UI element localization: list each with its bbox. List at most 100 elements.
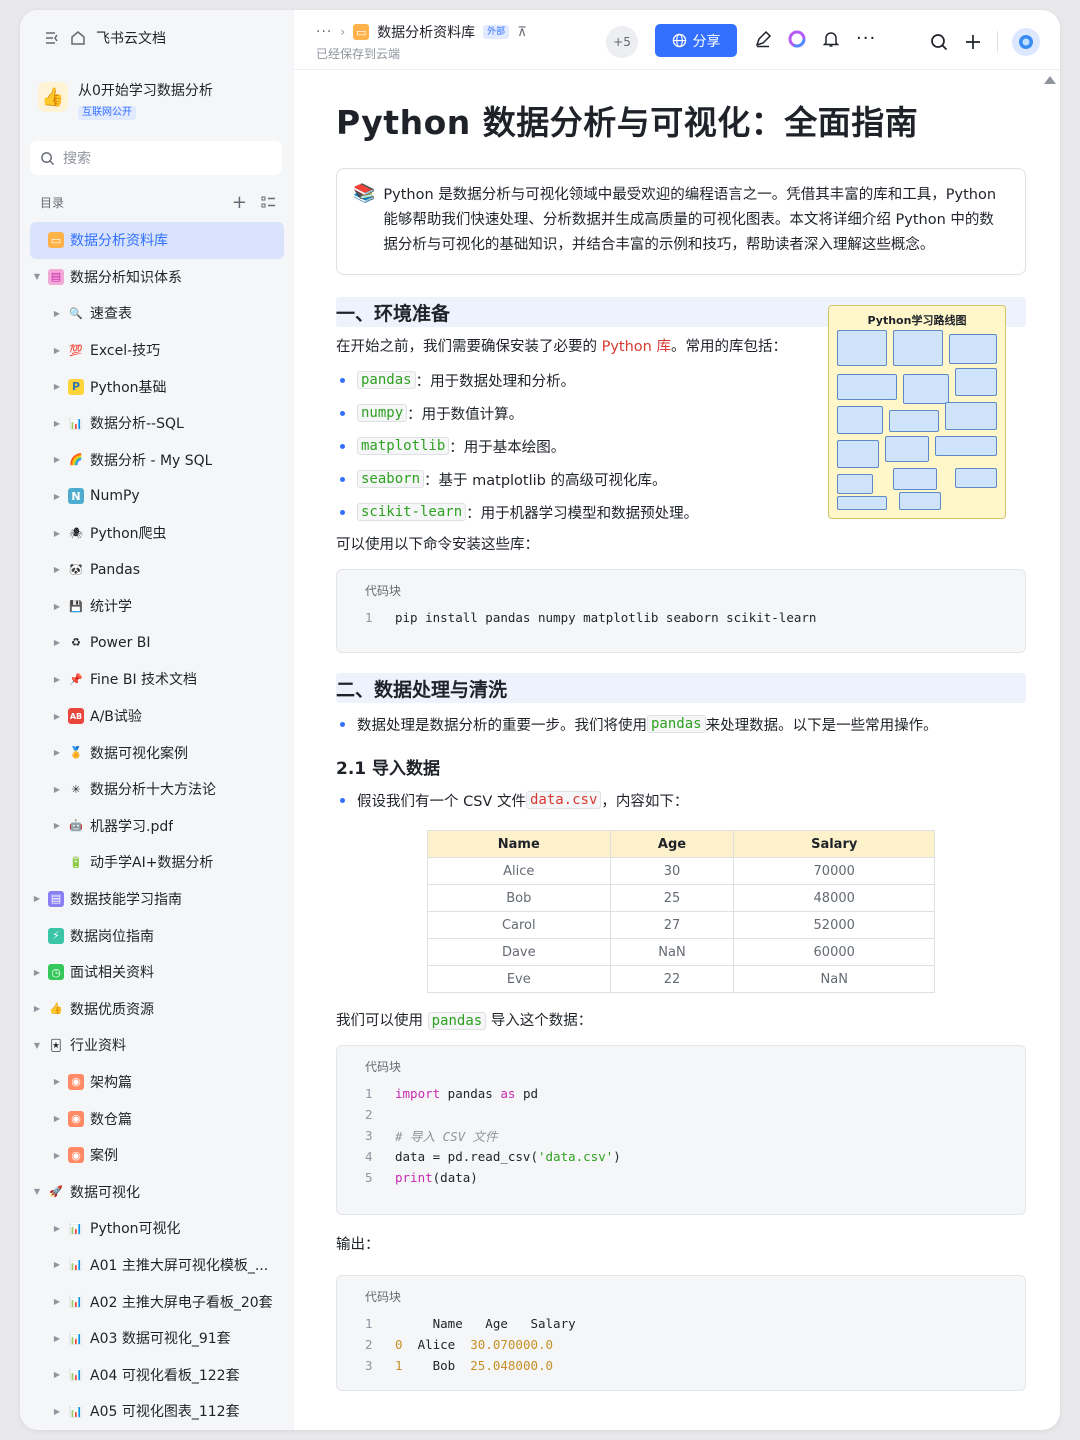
roadmap-title: Python学习路线图: [867, 314, 967, 327]
app-name[interactable]: 飞书云文档: [96, 28, 166, 48]
sidebar-item[interactable]: ▶ P Python基础: [30, 368, 284, 405]
more-breadcrumb-icon[interactable]: ···: [316, 24, 332, 40]
caret-right-icon[interactable]: ▶: [50, 712, 64, 721]
space-header[interactable]: 👍 从0开始学习数据分析 互联网公开: [38, 82, 213, 120]
sidebar-item[interactable]: ▶ 🌈 数据分析 - My SQL: [30, 442, 284, 479]
sidebar-item[interactable]: ▶ ◉ 数仓篇: [30, 1100, 284, 1137]
sidebar-item[interactable]: ▶ 📊 A02 主推大屏电子看板_20套: [30, 1283, 284, 1320]
sidebar-item[interactable]: ▼ 🃏 行业资料: [30, 1027, 284, 1064]
sidebar-item[interactable]: ▶ 📊 A03 数据可视化_91套: [30, 1320, 284, 1357]
sidebar-item[interactable]: ▶ 📊 A05 可视化图表_112套: [30, 1393, 284, 1430]
sidebar-item-label: Fine BI 技术文档: [90, 672, 198, 689]
sidebar-item[interactable]: ▶ 🤖 机器学习.pdf: [30, 808, 284, 845]
caret-right-icon[interactable]: ▶: [50, 565, 64, 574]
caret-right-icon[interactable]: ▶: [50, 382, 64, 391]
sidebar-item[interactable]: ▶ 👍 数据优质资源: [30, 990, 284, 1027]
caret-right-icon[interactable]: ▶: [50, 346, 64, 355]
collaborators-count[interactable]: +5: [606, 26, 638, 58]
sidebar-item-label: 数据技能学习指南: [70, 891, 182, 908]
sidebar-item[interactable]: ▶ 📊 A04 可视化看板_122套: [30, 1356, 284, 1393]
caret-down-icon[interactable]: ▼: [30, 1187, 44, 1196]
outline-list-icon[interactable]: [261, 195, 276, 211]
sidebar-item[interactable]: ▶ 📊 A01 主推大屏可视化模板_...: [30, 1247, 284, 1284]
caret-right-icon[interactable]: ▶: [50, 821, 64, 830]
sidebar-item[interactable]: ▶ ◉ 案例: [30, 1137, 284, 1174]
table-header-cell: Name: [427, 830, 611, 858]
add-page-icon[interactable]: +: [232, 193, 247, 211]
caret-right-icon[interactable]: ▶: [50, 1370, 64, 1379]
sidebar-item[interactable]: ▶ 🔍 速查表: [30, 295, 284, 332]
pin-icon[interactable]: ⊼: [517, 25, 527, 40]
caret-right-icon[interactable]: ▶: [50, 492, 64, 501]
user-avatar[interactable]: [1012, 28, 1040, 56]
sidebar-item[interactable]: 🔋 动手学AI+数据分析: [30, 844, 284, 881]
caret-right-icon[interactable]: ▶: [50, 309, 64, 318]
more-options-icon[interactable]: ···: [856, 28, 876, 49]
book-pink-icon: ▤: [48, 268, 64, 285]
import-code-block[interactable]: 代码块 1 import pandas as pd 2 3 # 导入 CSV 文件 …: [336, 1045, 1026, 1215]
caret-right-icon[interactable]: ▶: [50, 1224, 64, 1233]
sidebar-item[interactable]: ⚡ 数据岗位指南: [30, 917, 284, 954]
caret-right-icon[interactable]: ▶: [50, 1077, 64, 1086]
caret-right-icon[interactable]: ▶: [50, 1334, 64, 1343]
caret-right-icon[interactable]: ▶: [50, 1114, 64, 1123]
caret-right-icon[interactable]: ▶: [30, 1004, 44, 1013]
caret-right-icon[interactable]: ▶: [50, 638, 64, 647]
sidebar-item[interactable]: ▶ ▤ 数据技能学习指南: [30, 881, 284, 918]
caret-down-icon[interactable]: ▼: [30, 272, 44, 281]
sidebar-item[interactable]: ▶ 📌 Fine BI 技术文档: [30, 661, 284, 698]
sidebar-item[interactable]: ▶ ◉ 架构篇: [30, 1064, 284, 1101]
sidebar-item[interactable]: ▶ 🐼 Pandas: [30, 551, 284, 588]
share-button[interactable]: 分享: [655, 24, 737, 57]
breadcrumb-current[interactable]: 数据分析资料库: [377, 22, 475, 42]
caret-right-icon[interactable]: ▶: [50, 455, 64, 464]
intro-callout: 📚 Python 是数据分析与可视化领域中最受欢迎的编程语言之一。凭借其丰富的库…: [336, 168, 1026, 275]
caret-right-icon[interactable]: ▶: [50, 529, 64, 538]
caret-right-icon[interactable]: ▶: [50, 748, 64, 757]
output-code-block[interactable]: 代码块 1 Name Age Salary 20 Alice 30.0 7000…: [336, 1275, 1026, 1391]
sidebar-item[interactable]: ▼ 🚀 数据可视化: [30, 1173, 284, 1210]
sidebar-item[interactable]: ▶ ◷ 面试相关资料: [30, 954, 284, 991]
caret-right-icon[interactable]: ▶: [50, 419, 64, 428]
ai-assistant-icon[interactable]: [788, 30, 806, 48]
sidebar-item[interactable]: ▶ 💾 统计学: [30, 588, 284, 625]
collapse-sidebar-icon[interactable]: [44, 30, 60, 46]
sidebar-item[interactable]: ▶ 💯 Excel-技巧: [30, 332, 284, 369]
caret-right-icon[interactable]: ▶: [50, 1260, 64, 1269]
caret-right-icon[interactable]: ▶: [30, 968, 44, 977]
sidebar-item[interactable]: ▶ ♻ Power BI: [30, 625, 284, 662]
caret-down-icon[interactable]: ▼: [30, 1041, 44, 1050]
table-cell: 60000: [733, 938, 935, 966]
sidebar-item[interactable]: ▶ 🏅 数据可视化案例: [30, 734, 284, 771]
breadcrumb: ··· › ▭ 数据分析资料库 外部 ⊼: [316, 22, 527, 42]
toc-header: 目录 +: [40, 193, 276, 211]
sidebar-item[interactable]: ▶ ✳ 数据分析十大方法论: [30, 771, 284, 808]
python-roadmap-image[interactable]: Python学习路线图: [828, 305, 1006, 519]
install-code-block[interactable]: 代码块 1 pip install pandas numpy matplotlib…: [336, 569, 1026, 653]
table-cell: NaN: [733, 965, 935, 993]
sidebar-item[interactable]: ▶ N NumPy: [30, 478, 284, 515]
caret-right-icon[interactable]: ▶: [50, 1407, 64, 1416]
sidebar-item[interactable]: ▶ AB A/B试验: [30, 698, 284, 735]
inline-code: pandas: [427, 1012, 487, 1030]
home-icon[interactable]: [70, 30, 86, 46]
bell-icon[interactable]: [822, 30, 840, 48]
caret-right-icon[interactable]: ▶: [50, 602, 64, 611]
sidebar-item[interactable]: ▼ ▤ 数据分析知识体系: [30, 259, 284, 296]
sidebar-item[interactable]: ▭ 数据分析资料库: [30, 222, 284, 259]
caret-right-icon[interactable]: ▶: [50, 1297, 64, 1306]
caret-right-icon[interactable]: ▶: [30, 894, 44, 903]
sidebar-item[interactable]: ▶ 📊 数据分析--SQL: [30, 405, 284, 442]
sidebar-item[interactable]: ▶ 🕷 Python爬虫: [30, 515, 284, 552]
python-lib-link[interactable]: Python 库: [602, 339, 671, 355]
caret-right-icon[interactable]: ▶: [50, 675, 64, 684]
search-input[interactable]: 搜索: [30, 141, 282, 175]
sidebar-item-label: Python可视化: [90, 1221, 181, 1238]
scroll-up-arrow[interactable]: [1044, 76, 1056, 84]
edit-icon[interactable]: [754, 30, 772, 48]
add-icon[interactable]: [963, 32, 983, 52]
sidebar-item[interactable]: ▶ 📊 Python可视化: [30, 1210, 284, 1247]
caret-right-icon[interactable]: ▶: [50, 785, 64, 794]
caret-right-icon[interactable]: ▶: [50, 1151, 64, 1160]
search-doc-icon[interactable]: [929, 32, 949, 52]
